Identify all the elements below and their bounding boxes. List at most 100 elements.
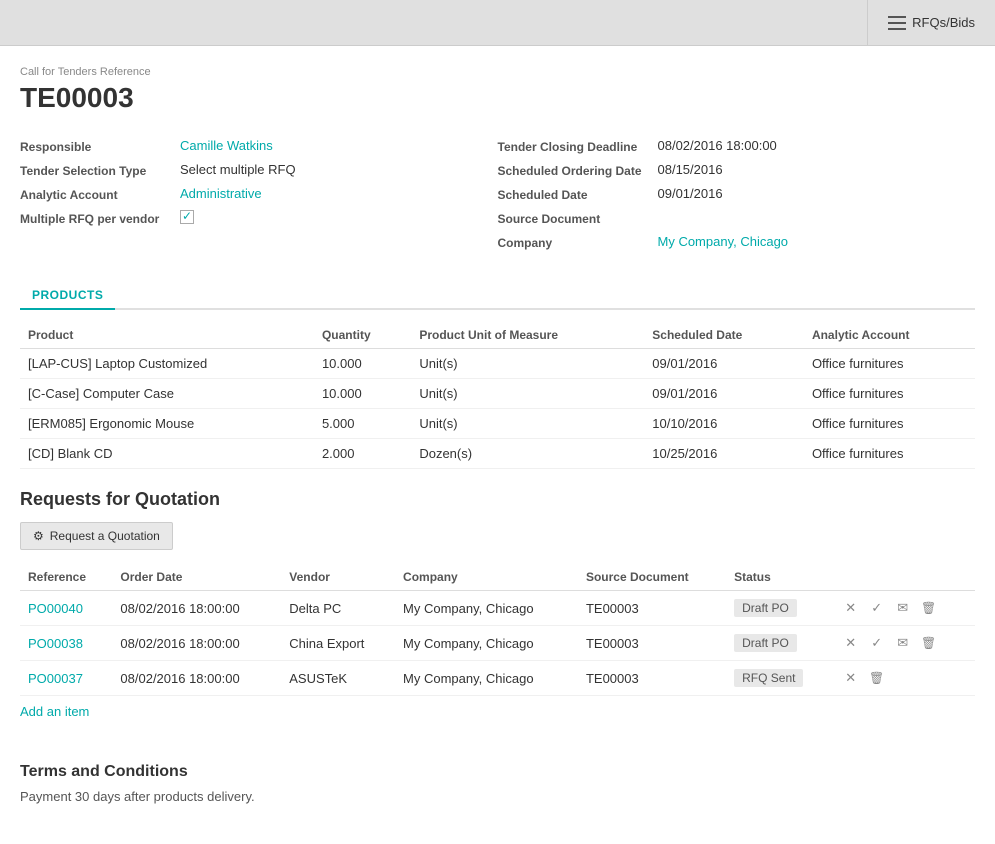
product-name: [ERM085] Ergonomic Mouse (20, 409, 314, 439)
rfq-reference[interactable]: PO00040 (20, 591, 112, 626)
trash-icon[interactable]: 🗑 (919, 633, 939, 653)
product-sched-date: 09/01/2016 (644, 379, 804, 409)
label-closing-deadline: Tender Closing Deadline (498, 138, 658, 154)
field-source-document: Source Document (498, 210, 976, 226)
trash-icon[interactable]: 🗑 (919, 598, 939, 618)
list-icon (888, 16, 906, 30)
rfq-source: TE00003 (578, 661, 726, 696)
label-analytic: Analytic Account (20, 186, 180, 202)
delete-icon[interactable]: ✕ (841, 633, 861, 653)
product-uom: Unit(s) (411, 349, 644, 379)
nav-item-rfqs-label: RFQs/Bids (912, 15, 975, 30)
product-name: [LAP-CUS] Laptop Customized (20, 349, 314, 379)
fields-right: Tender Closing Deadline 08/02/2016 18:00… (498, 138, 976, 258)
request-quotation-label: Request a Quotation (50, 529, 160, 543)
rfq-reference[interactable]: PO00038 (20, 626, 112, 661)
value-responsible[interactable]: Camille Watkins (180, 138, 273, 153)
col-vendor: Vendor (281, 564, 395, 591)
status-badge: Draft PO (734, 599, 797, 617)
rfq-order-date: 08/02/2016 18:00:00 (112, 661, 281, 696)
product-sched-date: 10/25/2016 (644, 439, 804, 469)
rfq-actions: ✕ ✓ ✉ 🗑 (833, 626, 975, 661)
product-uom: Unit(s) (411, 409, 644, 439)
table-row[interactable]: [ERM085] Ergonomic Mouse 5.000 Unit(s) 1… (20, 409, 975, 439)
email-icon[interactable]: ✉ (893, 633, 913, 653)
rfq-reference[interactable]: PO00037 (20, 661, 112, 696)
add-item-link[interactable]: Add an item (20, 704, 89, 719)
rfq-order-date: 08/02/2016 18:00:00 (112, 626, 281, 661)
rfq-header-row: Reference Order Date Vendor Company Sour… (20, 564, 975, 591)
tab-products[interactable]: PRODUCTS (20, 282, 115, 310)
value-analytic[interactable]: Administrative (180, 186, 262, 201)
product-analytic: Office furnitures (804, 409, 975, 439)
products-header-row: Product Quantity Product Unit of Measure… (20, 322, 975, 349)
field-closing-deadline: Tender Closing Deadline 08/02/2016 18:00… (498, 138, 976, 154)
product-quantity: 5.000 (314, 409, 411, 439)
table-row[interactable]: [C-Case] Computer Case 10.000 Unit(s) 09… (20, 379, 975, 409)
product-quantity: 10.000 (314, 349, 411, 379)
col-analytic: Analytic Account (804, 322, 975, 349)
rfq-order-date: 08/02/2016 18:00:00 (112, 591, 281, 626)
rfq-vendor: ASUSTeK (281, 661, 395, 696)
value-company[interactable]: My Company, Chicago (658, 234, 789, 249)
label-source-document: Source Document (498, 210, 658, 226)
email-icon[interactable]: ✉ (893, 598, 913, 618)
col-quantity: Quantity (314, 322, 411, 349)
fields-left: Responsible Camille Watkins Tender Selec… (20, 138, 498, 258)
delete-icon[interactable]: ✕ (841, 598, 861, 618)
rfq-actions: ✕ ✓ ✉ 🗑 (833, 591, 975, 626)
col-status: Status (726, 564, 833, 591)
label-tender-selection: Tender Selection Type (20, 162, 180, 178)
gear-icon: ⚙ (33, 529, 44, 543)
value-tender-selection: Select multiple RFQ (180, 162, 296, 177)
nav-item-rfqs[interactable]: RFQs/Bids (867, 0, 995, 45)
col-sched-date: Scheduled Date (644, 322, 804, 349)
table-row[interactable]: [CD] Blank CD 2.000 Dozen(s) 10/25/2016 … (20, 439, 975, 469)
product-uom: Dozen(s) (411, 439, 644, 469)
field-responsible: Responsible Camille Watkins (20, 138, 498, 154)
rfq-source: TE00003 (578, 591, 726, 626)
product-analytic: Office furnitures (804, 349, 975, 379)
rfq-source: TE00003 (578, 626, 726, 661)
value-ordering-date: 08/15/2016 (658, 162, 723, 177)
status-badge: RFQ Sent (734, 669, 803, 687)
product-quantity: 10.000 (314, 379, 411, 409)
label-scheduled-date: Scheduled Date (498, 186, 658, 202)
rfq-status: Draft PO (726, 591, 833, 626)
label-ordering-date: Scheduled Ordering Date (498, 162, 658, 178)
col-reference: Reference (20, 564, 112, 591)
products-table: Product Quantity Product Unit of Measure… (20, 322, 975, 469)
rfq-status: Draft PO (726, 626, 833, 661)
value-closing-deadline: 08/02/2016 18:00:00 (658, 138, 777, 153)
confirm-icon[interactable]: ✓ (867, 598, 887, 618)
product-uom: Unit(s) (411, 379, 644, 409)
request-quotation-button[interactable]: ⚙ Request a Quotation (20, 522, 173, 550)
form-label: Call for Tenders Reference (20, 66, 975, 78)
rfq-actions: ✕ 🗑 (833, 661, 975, 696)
record-id: TE00003 (20, 82, 975, 114)
col-actions (833, 564, 975, 591)
product-name: [C-Case] Computer Case (20, 379, 314, 409)
product-analytic: Office furnitures (804, 379, 975, 409)
tab-bar: PRODUCTS (20, 282, 975, 310)
trash-icon[interactable]: 🗑 (867, 668, 887, 688)
field-multiple-rfq: Multiple RFQ per vendor (20, 210, 498, 226)
field-scheduled-date: Scheduled Date 09/01/2016 (498, 186, 976, 202)
col-rfq-company: Company (395, 564, 578, 591)
rfq-company: My Company, Chicago (395, 626, 578, 661)
col-source-doc: Source Document (578, 564, 726, 591)
product-quantity: 2.000 (314, 439, 411, 469)
rfq-vendor: China Export (281, 626, 395, 661)
confirm-icon[interactable]: ✓ (867, 633, 887, 653)
rfq-row: PO00037 08/02/2016 18:00:00 ASUSTeK My C… (20, 661, 975, 696)
checkbox-multiple-rfq[interactable] (180, 210, 194, 224)
delete-icon[interactable]: ✕ (841, 668, 861, 688)
fields-section: Responsible Camille Watkins Tender Selec… (20, 138, 975, 258)
rfq-status: RFQ Sent (726, 661, 833, 696)
field-tender-selection: Tender Selection Type Select multiple RF… (20, 162, 498, 178)
table-row[interactable]: [LAP-CUS] Laptop Customized 10.000 Unit(… (20, 349, 975, 379)
col-order-date: Order Date (112, 564, 281, 591)
rfq-table: Reference Order Date Vendor Company Sour… (20, 564, 975, 696)
product-name: [CD] Blank CD (20, 439, 314, 469)
top-bar: RFQs/Bids (0, 0, 995, 46)
